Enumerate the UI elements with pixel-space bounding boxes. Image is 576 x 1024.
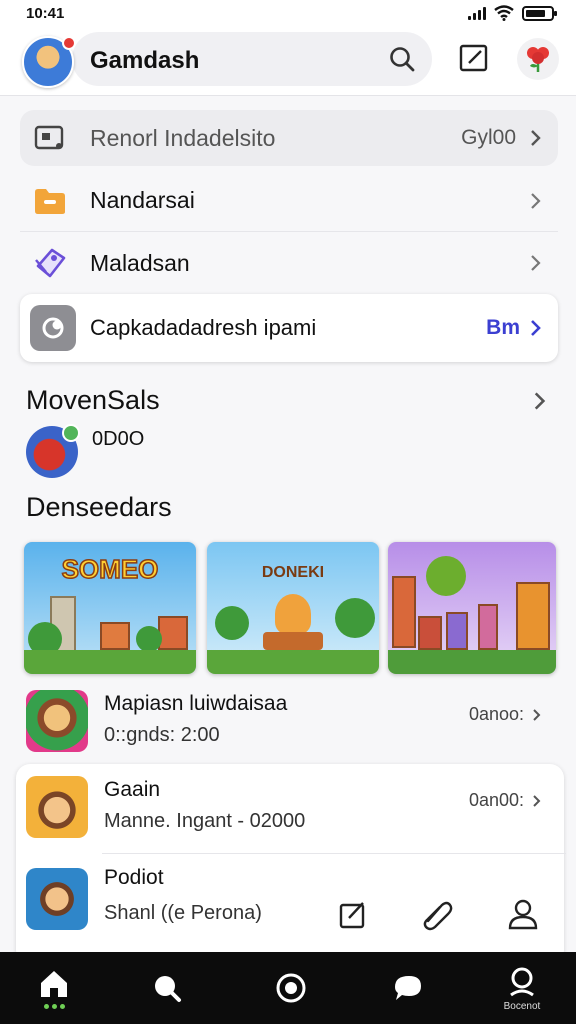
- tab-chat[interactable]: [370, 952, 446, 1024]
- recent-search-value: Gyl00: [461, 126, 516, 149]
- game-meta: 0an00:: [468, 790, 524, 810]
- flower-button[interactable]: [517, 38, 559, 80]
- bookmark-add-icon[interactable]: [336, 897, 370, 931]
- chevron-right-icon: [531, 130, 541, 146]
- recent-search-label: Renorl Indadelsito: [90, 124, 276, 151]
- game-title: Gaain: [104, 778, 161, 801]
- tab-label: Bocenot: [503, 1000, 541, 1012]
- featured-tile[interactable]: [388, 542, 556, 674]
- wifi-icon: [494, 5, 514, 21]
- game-title: Mapiasn luiwdaisaa: [104, 692, 288, 715]
- user-avatar[interactable]: [22, 36, 76, 88]
- camera-icon: [276, 973, 306, 1003]
- character-figure: [275, 594, 311, 634]
- chevron-right-icon: [531, 192, 541, 209]
- status-time: 10:41: [26, 4, 65, 22]
- search-icon: [155, 976, 181, 1002]
- signal-icon: [468, 6, 486, 20]
- compose-icon[interactable]: [458, 42, 490, 74]
- recent-player-avatar[interactable]: [26, 424, 80, 478]
- profile-icon: [510, 967, 534, 996]
- settings-toggle-icon: [30, 305, 76, 351]
- status-bar: 10:41: [0, 0, 576, 26]
- flower-icon: [527, 47, 549, 72]
- game-thumbnail: [26, 690, 88, 752]
- recent-count: 0D0O: [92, 428, 145, 450]
- recent-section-title: MovenSals: [26, 385, 160, 415]
- search-bar[interactable]: Gamdash: [72, 32, 432, 86]
- tab-profile[interactable]: Bocenot: [484, 952, 560, 1024]
- menu-item-label: Capkadadadresh ipami: [90, 315, 317, 340]
- featured-section-title: Denseedars: [26, 492, 172, 522]
- app-title: Gamdash: [90, 47, 200, 74]
- menu-item-value: Bm: [486, 316, 520, 339]
- game-list-item[interactable]: Podiot Shanl ((e Perona): [26, 866, 558, 938]
- game-title: Podiot: [104, 866, 164, 889]
- search-card-icon: [32, 120, 68, 156]
- menu-item-label: Nandarsai: [90, 187, 195, 213]
- chevron-right-icon[interactable]: [527, 389, 551, 413]
- game-subtitle: 0::gnds: 2:00: [104, 724, 220, 746]
- menu-item-settings[interactable]: Capkadadadresh ipami Bm: [20, 294, 558, 362]
- menu-item-folder[interactable]: Nandarsai: [20, 170, 558, 232]
- chevron-right-icon: [533, 708, 541, 721]
- game-subtitle: Shanl ((e Perona): [104, 902, 262, 924]
- folder-icon: [32, 183, 68, 219]
- menu-item-tag[interactable]: Maladsan: [20, 234, 558, 292]
- featured-tile[interactable]: SOMEO: [24, 542, 196, 674]
- app-header: Gamdash: [0, 26, 576, 96]
- search-icon[interactable]: [386, 43, 418, 75]
- chevron-right-icon: [531, 320, 541, 336]
- menu-item-label: Maladsan: [90, 249, 190, 276]
- game-list-item[interactable]: Mapiasn luiwdaisaa 0::gnds: 2:00 0anoo:: [26, 690, 558, 760]
- home-icon: [41, 971, 67, 997]
- game-list-item[interactable]: Gaain Manne. Ingant - 02000 0an00:: [26, 776, 558, 846]
- online-badge: [62, 424, 80, 442]
- game-thumbnail: [26, 776, 88, 838]
- tab-search[interactable]: [129, 952, 205, 1024]
- battery-level: [526, 9, 546, 17]
- chevron-right-icon: [531, 255, 541, 271]
- battery-icon: [522, 5, 557, 21]
- game-thumbnail: [26, 868, 88, 930]
- tile-caption: DONEKI: [261, 564, 325, 581]
- chevron-right-icon: [533, 794, 541, 807]
- chat-icon: [395, 976, 421, 1000]
- featured-tile[interactable]: DONEKI: [207, 542, 379, 674]
- person-icon[interactable]: [506, 897, 540, 931]
- game-subtitle: Manne. Ingant - 02000: [104, 810, 306, 832]
- recent-search-row[interactable]: Renorl Indadelsito Gyl00: [20, 110, 558, 166]
- game-meta: 0anoo:: [468, 704, 524, 724]
- bottom-tab-bar: Bocenot: [0, 952, 576, 1024]
- divider: [102, 853, 566, 854]
- tab-camera[interactable]: [253, 952, 329, 1024]
- tab-home[interactable]: [16, 952, 92, 1024]
- tile-caption: SOMEO: [61, 553, 159, 585]
- notification-dot: [62, 36, 76, 50]
- tag-icon: [32, 245, 68, 281]
- attach-icon[interactable]: [420, 897, 454, 931]
